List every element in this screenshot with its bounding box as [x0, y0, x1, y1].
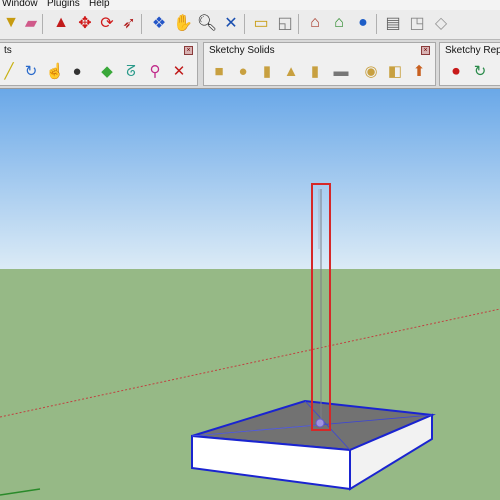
- sphere-solid-icon[interactable]: ●: [233, 61, 253, 81]
- toolbar-separator: [298, 14, 299, 34]
- section-plane-icon[interactable]: ▤: [382, 12, 404, 34]
- tube-solid-icon[interactable]: ▮: [305, 61, 325, 81]
- panel-tools: ts × ╱ ↻ ☝ ● ◆ ᘔ ⚲ ✕: [0, 42, 198, 86]
- main-toolbar: ▼ ▰ ▲ ✥ ⟳ ➶ ❖ ✋ 🔍︎ ✕ ▭ ◱ ⌂ ⌂ ● ▤ ◳ ◇: [0, 10, 500, 40]
- wand-icon[interactable]: ⚲: [145, 61, 165, 81]
- record-icon[interactable]: ⏺: [446, 61, 466, 81]
- hand-icon[interactable]: ☝: [45, 61, 65, 81]
- menu-window[interactable]: Window: [2, 0, 38, 9]
- push-pull-icon[interactable]: ▲: [50, 12, 72, 34]
- cone-solid-icon[interactable]: ▲: [281, 61, 301, 81]
- sky: [0, 89, 500, 270]
- paint-icon[interactable]: ◆: [97, 61, 117, 81]
- zoom-icon[interactable]: 🔍︎: [196, 12, 218, 34]
- replay-icon[interactable]: ↻: [470, 61, 490, 81]
- toolbar-separator: [376, 14, 377, 34]
- tape-measure-icon[interactable]: ╱: [0, 61, 19, 81]
- panel-sketchy-replay: Sketchy Repla ⏺ ↻: [439, 42, 500, 86]
- toolbar-separator: [244, 14, 245, 34]
- warehouse-share-icon[interactable]: ⌂: [328, 12, 350, 34]
- close-icon[interactable]: ×: [421, 46, 430, 55]
- warehouse-get-icon[interactable]: ⌂: [304, 12, 326, 34]
- pole-base-vertex: [315, 418, 325, 428]
- model-viewport[interactable]: [0, 89, 500, 500]
- toolbar-separator: [141, 14, 142, 34]
- toolbar-separator: [42, 14, 43, 34]
- plate-solid-icon[interactable]: ▬: [331, 61, 351, 81]
- paint-bucket-icon[interactable]: ▼: [0, 12, 22, 34]
- ball-icon[interactable]: ●: [67, 61, 87, 81]
- torus-solid-icon[interactable]: ◉: [361, 61, 381, 81]
- curve-icon[interactable]: ᘔ: [121, 61, 141, 81]
- box-solid-icon[interactable]: ◧: [385, 61, 405, 81]
- extra-solid-icon[interactable]: ⬆: [409, 61, 429, 81]
- position-camera-icon[interactable]: ▭: [250, 12, 272, 34]
- eraser-icon[interactable]: ▰: [20, 12, 42, 34]
- toolbar-panels: ts × ╱ ↻ ☝ ● ◆ ᘔ ⚲ ✕ Sketchy Solids × ■ …: [0, 40, 500, 89]
- menu-plugins[interactable]: Plugins: [47, 0, 80, 9]
- orbit-icon[interactable]: ❖: [148, 12, 170, 34]
- component-icon[interactable]: ◇: [430, 12, 452, 34]
- refresh-icon[interactable]: ↻: [21, 61, 41, 81]
- walk-icon[interactable]: ◱: [274, 12, 296, 34]
- scene-canvas[interactable]: [0, 89, 500, 500]
- google-earth-icon[interactable]: ●: [352, 12, 374, 34]
- cylinder-solid-icon[interactable]: ▮: [257, 61, 277, 81]
- pan-icon[interactable]: ✋: [172, 12, 194, 34]
- panel-title: ts: [4, 45, 12, 56]
- zoom-extents-icon[interactable]: ✕: [220, 12, 242, 34]
- menu-help[interactable]: Help: [89, 0, 110, 9]
- close-red-icon[interactable]: ✕: [169, 61, 189, 81]
- cube-solid-icon[interactable]: ■: [209, 61, 229, 81]
- close-icon[interactable]: ×: [184, 46, 193, 55]
- panel-sketchy-solids: Sketchy Solids × ■ ● ▮ ▲ ▮ ▬ ◉ ◧ ⬆: [203, 42, 436, 86]
- component-icon[interactable]: ◳: [406, 12, 428, 34]
- panel-title: Sketchy Repla: [445, 45, 500, 56]
- move-icon[interactable]: ✥: [74, 12, 96, 34]
- panel-title: Sketchy Solids: [209, 45, 275, 56]
- rotate-icon[interactable]: ⟳: [96, 12, 118, 34]
- follow-me-icon[interactable]: ➶: [118, 12, 140, 34]
